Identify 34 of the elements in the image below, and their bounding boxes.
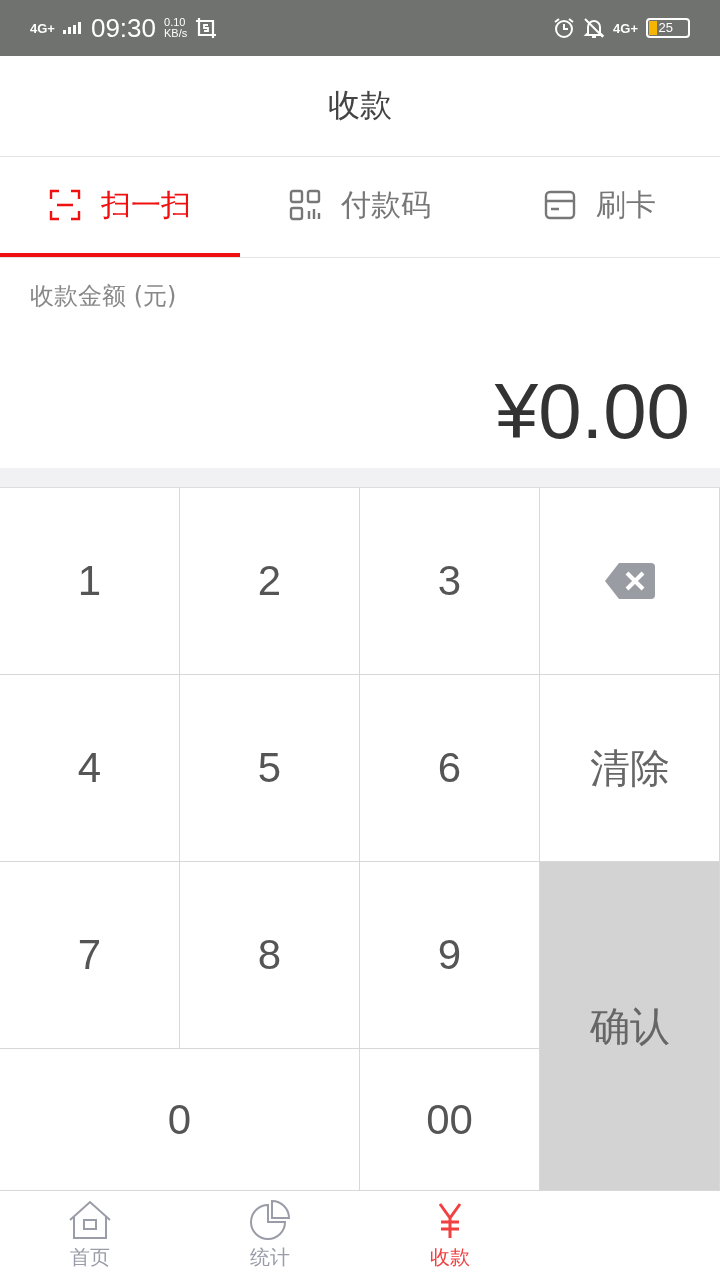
network-label: 4G+ <box>613 20 638 36</box>
alarm-icon <box>553 17 576 39</box>
digit-key[interactable]: 5 <box>180 675 360 862</box>
battery-level-bar <box>649 21 657 35</box>
speed-value: 0.10 <box>164 17 187 28</box>
digit-key[interactable]: 2 <box>180 488 360 675</box>
pie-chart-icon <box>248 1200 292 1240</box>
speed-unit: KB/s <box>164 28 188 39</box>
battery-percent: 25 <box>658 21 673 35</box>
backspace-key[interactable] <box>540 488 720 675</box>
digit-key[interactable]: 9 <box>360 862 540 1049</box>
screenshot-icon <box>195 17 218 39</box>
card-icon <box>544 189 576 221</box>
digit-key[interactable]: 0 <box>0 1049 360 1191</box>
amount-value: ¥0.00 <box>494 372 690 450</box>
page-title: 收款 <box>328 85 392 126</box>
digit-key[interactable]: 4 <box>0 675 180 862</box>
confirm-key[interactable]: 确认 <box>540 862 720 1191</box>
digit-key[interactable]: 8 <box>180 862 360 1049</box>
bell-off-icon <box>583 17 606 39</box>
scan-icon <box>49 189 81 221</box>
digit-key[interactable]: 1 <box>0 488 180 675</box>
digit-key[interactable]: 3 <box>360 488 540 675</box>
digit-key[interactable]: 00 <box>360 1049 540 1191</box>
clock-time: 09:30 <box>90 12 156 44</box>
qr-code-icon <box>289 189 321 221</box>
home-icon <box>68 1200 112 1240</box>
amount-label: 收款金额 (元) <box>30 281 177 312</box>
network-label: 4G+ <box>30 20 55 36</box>
digit-key[interactable]: 7 <box>0 862 180 1049</box>
signal-icon <box>62 22 83 34</box>
digit-key[interactable]: 6 <box>360 675 540 862</box>
backspace-icon <box>604 563 655 599</box>
clear-key[interactable]: 清除 <box>540 675 720 862</box>
